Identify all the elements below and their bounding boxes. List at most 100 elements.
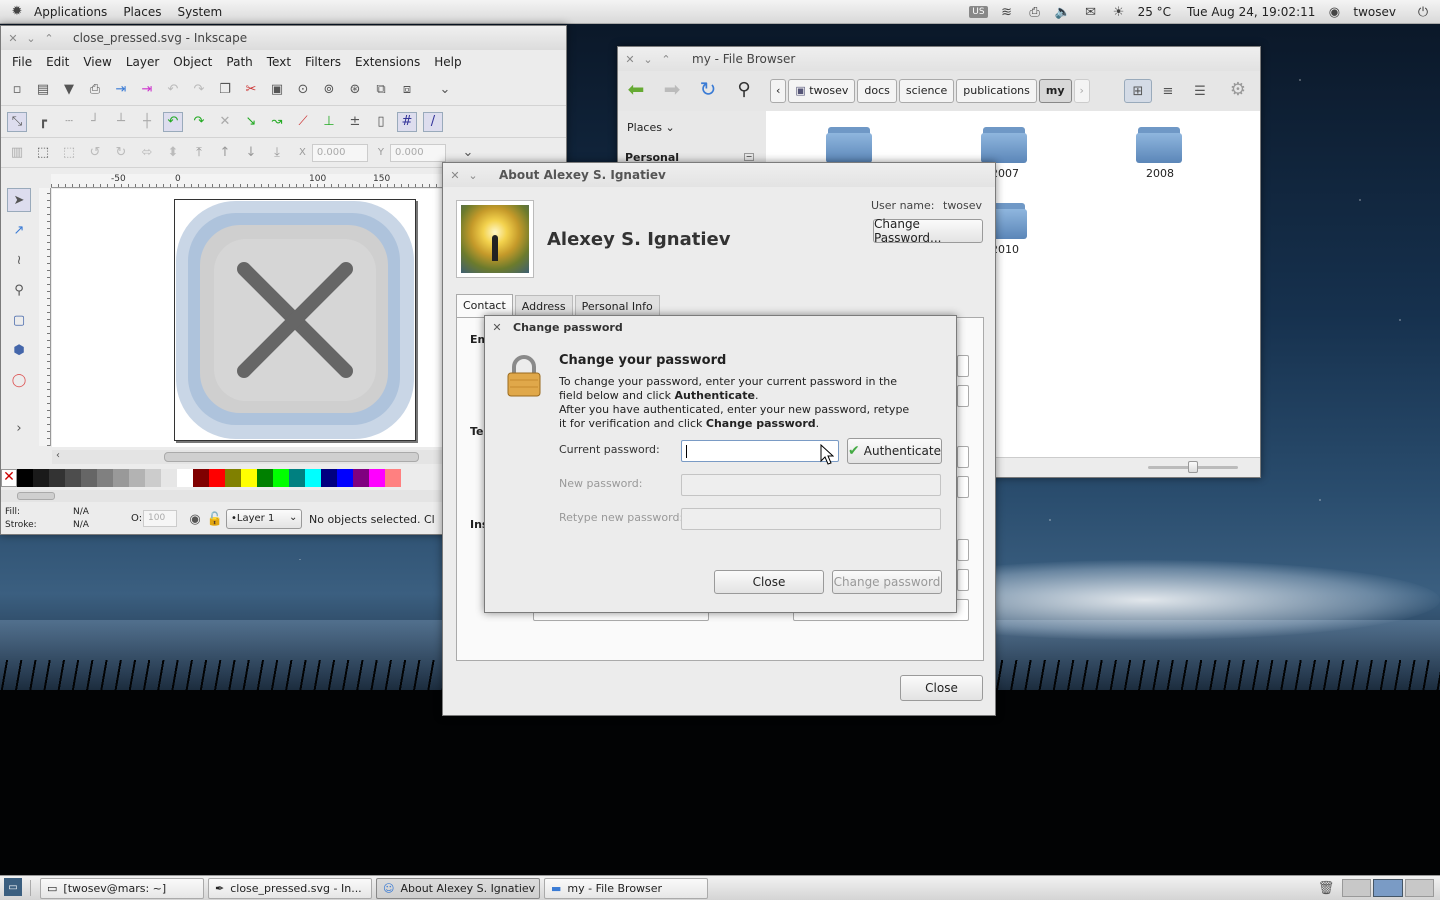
im-msn-field[interactable]: [957, 569, 969, 591]
menu-extensions[interactable]: Extensions: [348, 55, 427, 69]
color-swatch[interactable]: [337, 469, 353, 487]
canvas-h-scrollbar[interactable]: ‹: [52, 450, 443, 464]
lower-bottom-icon[interactable]: ⤓: [267, 143, 287, 163]
zoom-selection-icon[interactable]: ⊙: [293, 80, 313, 100]
redo-icon[interactable]: ↷: [189, 80, 209, 100]
close-icon[interactable]: ✕: [7, 32, 19, 45]
snap-corner-icon[interactable]: ┘: [85, 112, 105, 132]
rectangle-tool-icon[interactable]: ▢: [9, 310, 29, 330]
snap-grid-icon[interactable]: #: [397, 111, 417, 132]
menu-layer[interactable]: Layer: [119, 55, 166, 69]
folder-icon[interactable]: [826, 125, 874, 165]
icon-view-icon[interactable]: ⊞: [1124, 79, 1152, 103]
select-all-icon[interactable]: ▥: [7, 143, 27, 163]
y-spinbox[interactable]: 0.000: [389, 143, 446, 162]
color-swatch[interactable]: [49, 469, 65, 487]
breadcrumb-back-icon[interactable]: ‹: [770, 79, 787, 103]
snap-bbox-icon[interactable]: ┏: [33, 112, 53, 132]
snap-toggle-icon[interactable]: ⤡: [7, 111, 27, 132]
color-swatch[interactable]: [257, 469, 273, 487]
snap-cusp-icon[interactable]: ↘: [241, 112, 261, 132]
breadcrumb-docs[interactable]: docs: [857, 79, 897, 103]
raise-top-icon[interactable]: ⤒: [189, 143, 209, 163]
menu-object[interactable]: Object: [166, 55, 219, 69]
canvas-h-scroll-thumb[interactable]: [164, 452, 419, 462]
copy-icon[interactable]: ❐: [215, 80, 235, 100]
snap-guide-icon[interactable]: /: [423, 111, 443, 132]
settings-gear-icon[interactable]: ⚙: [1228, 79, 1248, 100]
task-file-browser[interactable]: ▬ my - File Browser: [544, 878, 708, 899]
workspace-3[interactable]: [1404, 879, 1434, 897]
phone-work-field[interactable]: [957, 446, 969, 468]
breadcrumb-twosev[interactable]: ▣ twosev: [788, 79, 856, 103]
current-password-field[interactable]: [681, 440, 839, 462]
show-desktop-icon[interactable]: ▭: [4, 878, 22, 896]
flip-v-icon[interactable]: ⬍: [163, 143, 183, 163]
color-swatch[interactable]: [321, 469, 337, 487]
color-swatch[interactable]: [113, 469, 129, 487]
open-icon[interactable]: ▤: [33, 80, 53, 100]
color-swatch[interactable]: [33, 469, 49, 487]
export-icon[interactable]: ⇥: [137, 80, 157, 100]
task-terminal[interactable]: ▭ [twosev@mars: ~]: [40, 878, 204, 899]
minimize-icon[interactable]: ⌄: [642, 53, 654, 66]
menu-path[interactable]: Path: [219, 55, 259, 69]
minimize-icon[interactable]: ⌄: [25, 32, 37, 45]
import-icon[interactable]: ⇥: [111, 80, 131, 100]
toolbar-overflow-chevron-icon[interactable]: ⌄: [458, 143, 478, 163]
close-pressed-graphic[interactable]: [174, 199, 416, 441]
color-swatch[interactable]: [353, 469, 369, 487]
maximize-icon[interactable]: ⌃: [660, 53, 672, 66]
selector-tool-icon[interactable]: ➤: [7, 188, 31, 212]
email-work-field[interactable]: [957, 355, 969, 377]
snap-smooth-icon[interactable]: ↝: [267, 112, 287, 132]
menu-help[interactable]: Help: [427, 55, 468, 69]
flip-h-icon[interactable]: ⬄: [137, 143, 157, 163]
im-jabber-field[interactable]: [957, 539, 969, 561]
list-view-icon[interactable]: ≡: [1158, 81, 1178, 101]
wifi-icon[interactable]: ≋: [998, 4, 1016, 20]
printer-icon[interactable]: ⎙: [1026, 4, 1044, 20]
mail-icon[interactable]: ✉: [1082, 4, 1100, 20]
snap-intersection-icon[interactable]: ✕: [215, 112, 235, 132]
volume-icon[interactable]: 🔈: [1054, 4, 1072, 20]
clock[interactable]: Tue Aug 24, 19:02:11: [1187, 5, 1315, 19]
distro-logo-icon[interactable]: ✹: [8, 4, 26, 20]
snap-object-center-icon[interactable]: ⊥: [319, 112, 339, 132]
color-swatch[interactable]: [161, 469, 177, 487]
breadcrumb-my[interactable]: my: [1038, 79, 1072, 103]
search-icon[interactable]: ⚲: [734, 79, 754, 100]
duplicate-icon[interactable]: ⧉: [371, 80, 391, 100]
menu-view[interactable]: View: [76, 55, 118, 69]
phone-mobile-field[interactable]: [957, 476, 969, 498]
task-inkscape[interactable]: ✒ close_pressed.svg - In...: [208, 878, 372, 899]
avatar[interactable]: [456, 200, 534, 278]
more-tools-chevron-icon[interactable]: ⌄: [435, 80, 455, 100]
color-swatch[interactable]: [305, 469, 321, 487]
palette-scrollbar[interactable]: [1, 490, 443, 502]
close-icon[interactable]: ✕: [624, 53, 636, 66]
workspace-2[interactable]: [1373, 879, 1403, 897]
zoom-drawing-icon[interactable]: ⊚: [319, 80, 339, 100]
weather-sun-icon[interactable]: ☀: [1110, 4, 1128, 20]
cut-icon[interactable]: ✂: [241, 80, 261, 100]
color-swatch[interactable]: [97, 469, 113, 487]
folder-label[interactable]: 2008: [1136, 167, 1184, 180]
workspace-switcher[interactable]: [1342, 879, 1434, 897]
tweak-tool-icon[interactable]: ≀: [9, 250, 29, 270]
color-swatch[interactable]: [225, 469, 241, 487]
forward-arrow-icon[interactable]: ➡: [662, 77, 682, 101]
fill-value[interactable]: N/A: [73, 507, 89, 517]
layer-visibility-eye-icon[interactable]: ◉: [185, 509, 205, 529]
menu-filters[interactable]: Filters: [298, 55, 348, 69]
color-swatch[interactable]: [145, 469, 161, 487]
menu-places[interactable]: Places: [115, 5, 169, 19]
undo-icon[interactable]: ↶: [163, 80, 183, 100]
3d-box-tool-icon[interactable]: ⬢: [9, 340, 29, 360]
dialog-close-button[interactable]: Close: [714, 570, 824, 594]
scroll-left-icon[interactable]: ‹: [56, 450, 60, 461]
rotate-cw-icon[interactable]: ↻: [111, 143, 131, 163]
save-icon[interactable]: ▼: [59, 80, 79, 100]
close-icon[interactable]: ✕: [449, 169, 461, 182]
close-icon[interactable]: ✕: [491, 321, 503, 334]
